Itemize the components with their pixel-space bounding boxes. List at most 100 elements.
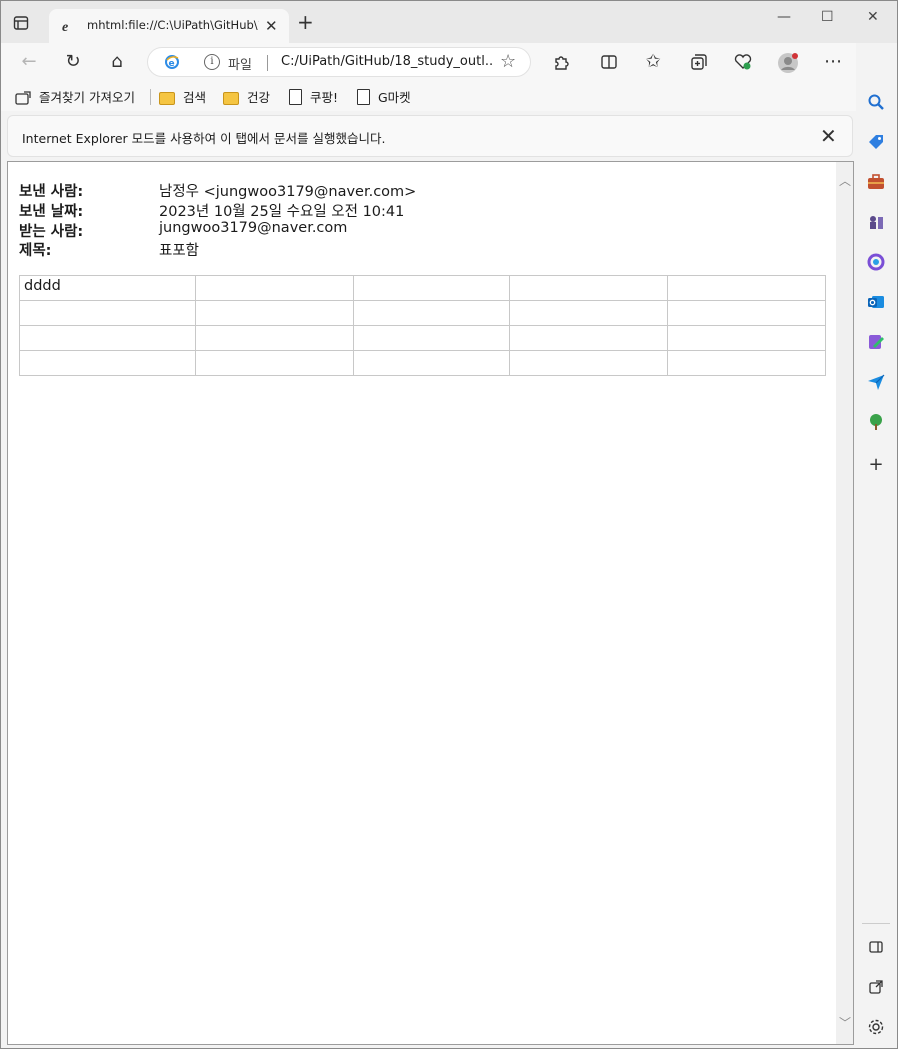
navigation-toolbar: ← ↻ ⌂ e i 파일 C:/UiPath/GitHub/18_study_o… (1, 43, 897, 81)
folder-icon (159, 92, 175, 105)
subject-value: 표포함 (159, 243, 200, 259)
bookmark-label: 즐겨찾기 가져오기 (39, 90, 135, 105)
table-cell (194, 300, 354, 326)
date-value: 2023년 10월 25일 수요일 오전 10:41 (159, 204, 405, 220)
bookmark-folder-search[interactable]: 검색 (159, 87, 206, 106)
url-text[interactable]: C:/UiPath/GitHub/18_study_outl... (281, 54, 493, 69)
address-separator (267, 55, 268, 71)
browser-essentials-icon[interactable] (733, 52, 753, 72)
tab-strip: e mhtml:file://C:\UiPath\GitHub\18 ✕ + —… (1, 1, 897, 43)
tab-title: mhtml:file://C:\UiPath\GitHub\18 (87, 18, 259, 32)
collections-icon[interactable] (689, 52, 709, 72)
back-icon[interactable]: ← (19, 52, 39, 72)
from-label: 보낸 사람: (19, 184, 84, 200)
banner-close-icon[interactable]: ✕ (820, 124, 837, 148)
page-content: 보낸 사람: 남정우 <jungwoo3179@naver.com> 보낸 날짜… (7, 161, 854, 1045)
ie-mode-banner: Internet Explorer 모드를 사용하여 이 탭에서 문서를 실행했… (7, 115, 853, 157)
add-icon[interactable]: + (867, 456, 885, 474)
url-scheme: 파일 (228, 58, 252, 73)
edge-sidebar: + (856, 43, 897, 1048)
bookmark-separator (150, 89, 151, 105)
from-value: 남정우 <jungwoo3179@naver.com> (159, 184, 417, 200)
table-cell (352, 350, 511, 376)
table-cell (509, 325, 669, 351)
ie-icon: e (164, 54, 180, 70)
microsoft-365-icon[interactable] (867, 253, 885, 271)
bookmark-coupang[interactable]: 쿠팡! (289, 87, 338, 106)
to-label: 받는 사람: (19, 224, 84, 240)
tools-icon[interactable] (867, 173, 885, 191)
browser-tab[interactable]: e mhtml:file://C:\UiPath\GitHub\18 ✕ (49, 9, 289, 43)
close-window-icon[interactable]: ✕ (867, 9, 879, 25)
sidebar-divider (862, 923, 890, 924)
svg-text:e: e (62, 20, 68, 34)
profile-avatar[interactable] (777, 52, 798, 73)
table-cell (19, 325, 196, 351)
hide-sidebar-icon[interactable] (867, 938, 885, 956)
refresh-icon[interactable]: ↻ (63, 52, 83, 72)
table-row (19, 300, 826, 326)
table-cell (667, 350, 826, 376)
home-icon[interactable]: ⌂ (107, 52, 127, 72)
more-options-icon[interactable]: ⋯ (823, 52, 843, 72)
vertical-scrollbar[interactable]: ︿ ﹀ (836, 162, 853, 1044)
ie-mode-icon: e (61, 18, 77, 35)
browser-window: e mhtml:file://C:\UiPath\GitHub\18 ✕ + —… (0, 0, 898, 1049)
shopping-tag-icon[interactable] (867, 133, 885, 151)
folder-icon (223, 92, 239, 105)
tree-icon[interactable] (867, 413, 885, 431)
favorites-icon[interactable]: ✩ (643, 52, 663, 72)
table-row (19, 350, 826, 376)
extensions-icon[interactable] (551, 52, 571, 72)
email-table: dddd (19, 275, 826, 376)
bookmark-folder-health[interactable]: 건강 (223, 87, 270, 106)
bookmark-label: 검색 (183, 90, 207, 105)
scroll-down-icon[interactable]: ﹀ (839, 1014, 851, 1031)
settings-gear-icon[interactable] (867, 1018, 885, 1036)
games-icon[interactable] (867, 213, 885, 231)
minimize-icon[interactable]: — (777, 9, 791, 25)
table-row: dddd (19, 275, 826, 301)
tab-actions-icon[interactable] (13, 15, 29, 31)
banner-message: Internet Explorer 모드를 사용하여 이 탭에서 문서를 실행했… (22, 131, 386, 146)
favorites-bar: 즐겨찾기 가져오기 검색 건강 쿠팡! G마켓 (1, 81, 897, 111)
table-cell (352, 275, 511, 301)
outlook-icon[interactable] (867, 293, 885, 311)
import-favorites-icon (15, 91, 31, 108)
page-icon (289, 89, 302, 105)
table-cell (19, 300, 196, 326)
table-cell: dddd (19, 275, 196, 301)
new-tab-icon[interactable]: + (297, 12, 314, 32)
table-cell (352, 300, 511, 326)
designer-icon[interactable] (867, 333, 885, 351)
table-cell (19, 350, 196, 376)
table-cell (194, 350, 354, 376)
search-icon[interactable] (867, 93, 885, 111)
table-cell (509, 275, 669, 301)
svg-text:e: e (169, 59, 175, 69)
bookmark-label: G마켓 (378, 90, 411, 105)
bookmark-gmarket[interactable]: G마켓 (357, 87, 411, 106)
split-screen-icon[interactable] (599, 52, 619, 72)
table-cell (352, 325, 511, 351)
bookmark-import-favorites[interactable]: 즐겨찾기 가져오기 (15, 87, 135, 108)
page-icon (357, 89, 370, 105)
address-bar[interactable]: e i 파일 C:/UiPath/GitHub/18_study_outl...… (147, 47, 531, 77)
subject-label: 제목: (19, 243, 52, 259)
table-cell (667, 325, 826, 351)
open-external-icon[interactable] (867, 978, 885, 996)
table-cell (667, 275, 826, 301)
maximize-icon[interactable]: ☐ (821, 9, 834, 25)
tab-close-icon[interactable]: ✕ (265, 17, 278, 35)
favorite-star-icon[interactable]: ☆ (500, 51, 516, 72)
table-row (19, 325, 826, 351)
table-cell (194, 275, 354, 301)
table-cell (509, 300, 669, 326)
site-info-icon[interactable]: i (204, 54, 220, 70)
to-value: jungwoo3179@naver.com (159, 220, 348, 236)
table-cell (194, 325, 354, 351)
send-icon[interactable] (867, 373, 885, 391)
scroll-up-icon[interactable]: ︿ (839, 172, 851, 189)
date-label: 보낸 날짜: (19, 204, 84, 220)
bookmark-label: 쿠팡! (310, 90, 339, 105)
